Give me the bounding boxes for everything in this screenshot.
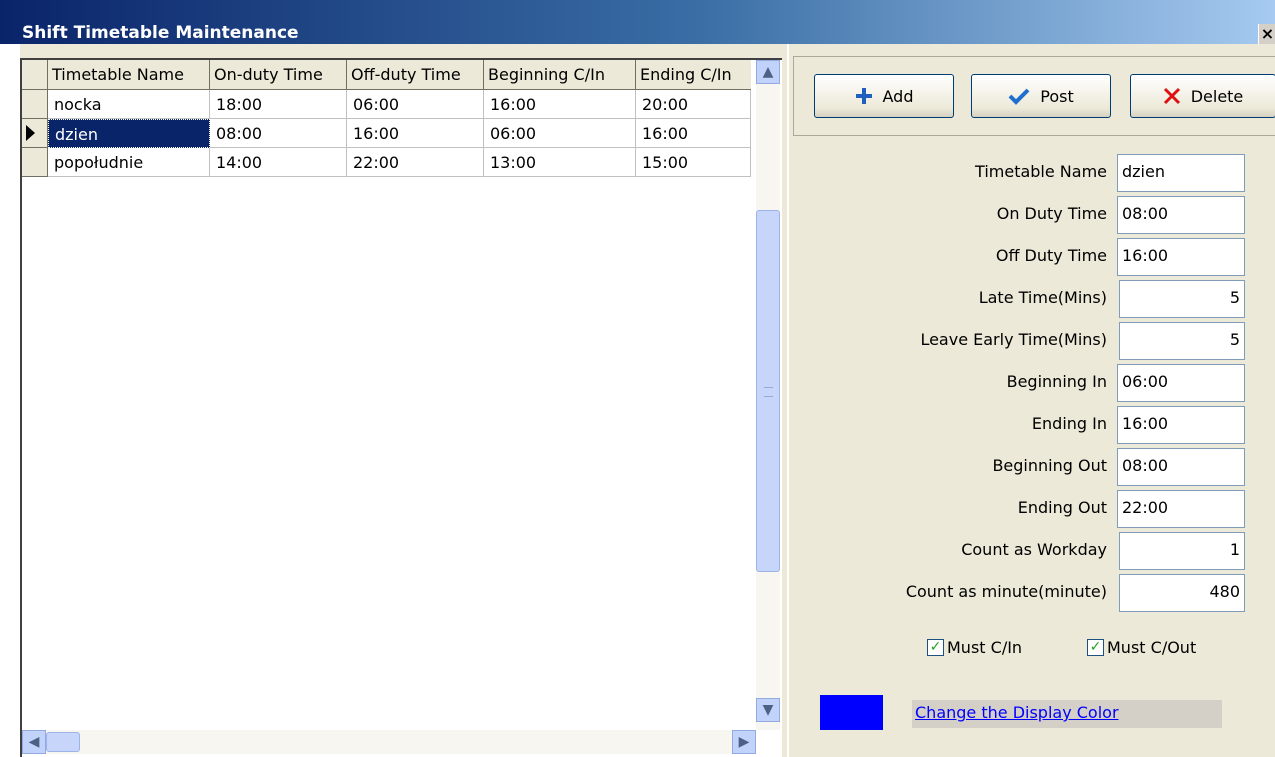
column-header-on-duty-time[interactable]: On-duty Time [210, 60, 347, 90]
grip-icon [764, 387, 773, 397]
add-button-label: Add [882, 86, 914, 106]
on-duty-time-label: On Duty Time [996, 204, 1107, 223]
action-toolbar: Add Post Delete [793, 56, 1275, 136]
cell-beginning-cin[interactable]: 16:00 [484, 90, 636, 119]
on-duty-time-input[interactable]: 08:00 [1117, 196, 1245, 234]
field-beginning-out: Beginning Out 08:00 [789, 446, 1275, 486]
field-ending-out: Ending Out 22:00 [789, 488, 1275, 528]
horizontal-scrollbar[interactable]: ◀ ▶ [22, 730, 756, 754]
column-header-beginning-cin[interactable]: Beginning C/In [484, 60, 636, 90]
count-as-minute-label: Count as minute(minute) [905, 582, 1107, 601]
x-icon [1163, 87, 1180, 105]
post-button[interactable]: Post [971, 74, 1111, 118]
field-on-duty-time: On Duty Time 08:00 [789, 194, 1275, 234]
column-header-ending-cin[interactable]: Ending C/In [636, 60, 751, 90]
ending-in-label: Ending In [1031, 414, 1107, 433]
delete-button-label: Delete [1190, 86, 1244, 106]
detail-panel: Add Post Delete Timetable Name dzien On … [787, 44, 1275, 757]
cell-off-duty-time[interactable]: 16:00 [347, 119, 484, 148]
add-button[interactable]: Add [814, 74, 954, 118]
scroll-up-icon[interactable]: ▲ [756, 60, 780, 84]
display-color-swatch [820, 695, 883, 730]
count-as-workday-input[interactable]: 1 [1119, 532, 1245, 570]
cell-on-duty-time[interactable]: 14:00 [210, 148, 347, 177]
count-as-minute-input[interactable]: 480 [1119, 574, 1245, 612]
window-title: Shift Timetable Maintenance [22, 23, 299, 43]
field-count-as-workday: Count as Workday 1 [789, 530, 1275, 570]
close-button[interactable]: × [1258, 24, 1275, 44]
column-header-timetable-name[interactable]: Timetable Name [48, 60, 210, 90]
table-row[interactable]: popołudnie 14:00 22:00 13:00 15:00 [22, 148, 751, 177]
cell-beginning-cin[interactable]: 13:00 [484, 148, 636, 177]
field-beginning-in: Beginning In 06:00 [789, 362, 1275, 402]
cell-off-duty-time[interactable]: 06:00 [347, 90, 484, 119]
cell-on-duty-time[interactable]: 08:00 [210, 119, 347, 148]
delete-button[interactable]: Delete [1130, 74, 1275, 118]
header-indicator-cell [22, 60, 48, 90]
check-icon[interactable]: ✓ [927, 639, 944, 656]
check-icon [1008, 88, 1030, 105]
must-cout-checkbox[interactable]: ✓ Must C/Out [1087, 638, 1196, 657]
late-time-label: Late Time(Mins) [978, 288, 1107, 307]
field-ending-in: Ending In 16:00 [789, 404, 1275, 444]
beginning-in-label: Beginning In [1006, 372, 1107, 391]
ending-in-input[interactable]: 16:00 [1117, 406, 1245, 444]
vertical-scrollbar[interactable]: ▲ ▼ [756, 60, 780, 730]
cell-beginning-cin[interactable]: 06:00 [484, 119, 636, 148]
scroll-left-icon[interactable]: ◀ [22, 730, 46, 754]
cell-on-duty-time[interactable]: 18:00 [210, 90, 347, 119]
post-button-label: Post [1040, 86, 1074, 106]
field-count-as-minute: Count as minute(minute) 480 [789, 572, 1275, 612]
change-display-color-link[interactable]: Change the Display Color [915, 703, 1119, 722]
count-as-workday-label: Count as Workday [961, 540, 1107, 559]
field-late-time: Late Time(Mins) 5 [789, 278, 1275, 318]
row-indicator[interactable] [22, 90, 48, 119]
must-cin-checkbox[interactable]: ✓ Must C/In [927, 638, 1022, 657]
scroll-right-icon[interactable]: ▶ [732, 730, 756, 754]
column-header-off-duty-time[interactable]: Off-duty Time [347, 60, 484, 90]
leave-early-time-input[interactable]: 5 [1119, 322, 1245, 360]
beginning-out-input[interactable]: 08:00 [1117, 448, 1245, 486]
cell-timetable-name[interactable]: nocka [48, 90, 210, 119]
late-time-input[interactable]: 5 [1119, 280, 1245, 318]
cell-timetable-name[interactable]: dzien [48, 119, 210, 148]
grid-header: Timetable Name On-duty Time Off-duty Tim… [22, 60, 751, 90]
timetable-grid[interactable]: Timetable Name On-duty Time Off-duty Tim… [20, 58, 782, 757]
must-cin-label: Must C/In [947, 638, 1023, 657]
off-duty-time-label: Off Duty Time [995, 246, 1107, 265]
field-off-duty-time: Off Duty Time 16:00 [789, 236, 1275, 276]
ending-out-input[interactable]: 22:00 [1117, 490, 1245, 528]
field-leave-early-time: Leave Early Time(Mins) 5 [789, 320, 1275, 360]
window-left-edge [0, 44, 20, 757]
ending-out-label: Ending Out [1017, 498, 1107, 517]
scroll-down-icon[interactable]: ▼ [756, 698, 780, 722]
field-timetable-name: Timetable Name dzien [789, 152, 1275, 192]
cell-ending-cin[interactable]: 20:00 [636, 90, 751, 119]
row-indicator[interactable] [22, 148, 48, 177]
leave-early-time-label: Leave Early Time(Mins) [920, 330, 1107, 349]
title-bar: Shift Timetable Maintenance × [0, 0, 1275, 44]
table-row-selected[interactable]: dzien 08:00 16:00 06:00 16:00 [22, 119, 751, 148]
beginning-in-input[interactable]: 06:00 [1117, 364, 1245, 402]
beginning-out-label: Beginning Out [992, 456, 1107, 475]
off-duty-time-input[interactable]: 16:00 [1117, 238, 1245, 276]
plus-icon [855, 88, 872, 104]
timetable-name-label: Timetable Name [975, 162, 1107, 181]
vertical-scroll-thumb[interactable] [756, 210, 780, 572]
cell-off-duty-time[interactable]: 22:00 [347, 148, 484, 177]
check-icon[interactable]: ✓ [1087, 639, 1104, 656]
timetable-name-input[interactable]: dzien [1117, 154, 1245, 192]
must-cout-label: Must C/Out [1107, 638, 1197, 657]
cell-ending-cin[interactable]: 16:00 [636, 119, 751, 148]
row-indicator[interactable] [22, 119, 48, 148]
cell-ending-cin[interactable]: 15:00 [636, 148, 751, 177]
horizontal-scroll-thumb[interactable] [46, 732, 80, 752]
table-row[interactable]: nocka 18:00 06:00 16:00 20:00 [22, 90, 751, 119]
current-row-arrow-icon [26, 125, 35, 141]
cell-timetable-name[interactable]: popołudnie [48, 148, 210, 177]
